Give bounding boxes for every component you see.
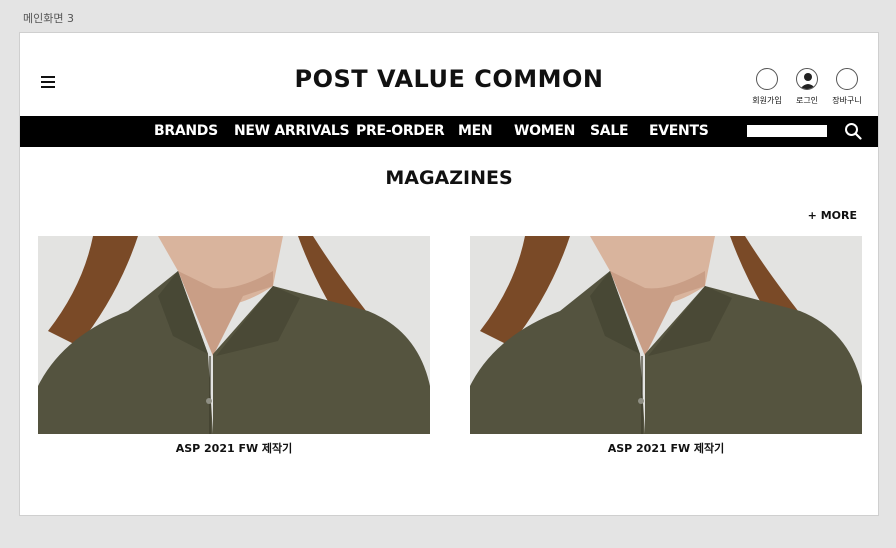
- cart-icon: [836, 68, 858, 90]
- nav-pre-order[interactable]: PRE-ORDER: [356, 123, 445, 139]
- nav-sale[interactable]: SALE: [590, 123, 629, 139]
- screen-label: 메인화면 3: [23, 12, 74, 25]
- signup-icon: [756, 68, 778, 90]
- signup-label: 회원가입: [752, 96, 782, 105]
- page-canvas: POST VALUE COMMON 회원가입 로그인 장바구니 BRANDS N…: [19, 32, 879, 516]
- magazine-caption: ASP 2021 FW 제작기: [607, 442, 725, 455]
- magazine-photo: [470, 236, 862, 434]
- user-icon: [796, 68, 818, 90]
- login-label: 로그인: [795, 96, 819, 105]
- login-link[interactable]: 로그인: [789, 68, 825, 106]
- nav-women[interactable]: WOMEN: [514, 123, 575, 139]
- nav-brands[interactable]: BRANDS: [154, 123, 218, 139]
- nav-new-arrivals[interactable]: NEW ARRIVALS: [234, 123, 350, 139]
- more-link[interactable]: + MORE: [808, 209, 857, 222]
- magazine-card[interactable]: ASP 2021 FW 제작기: [38, 236, 430, 456]
- cart-label: 장바구니: [832, 96, 862, 105]
- search-icon[interactable]: [844, 122, 862, 140]
- signup-link[interactable]: 회원가입: [749, 68, 785, 106]
- magazine-caption: ASP 2021 FW 제작기: [175, 442, 293, 455]
- section-title: MAGAZINES: [385, 167, 513, 189]
- magazine-photo: [38, 236, 430, 434]
- nav-men[interactable]: MEN: [458, 123, 493, 139]
- cart-link[interactable]: 장바구니: [829, 68, 865, 106]
- main-nav: BRANDS NEW ARRIVALS PRE-ORDER MEN WOMEN …: [20, 116, 878, 147]
- search-input[interactable]: [747, 125, 827, 137]
- magazine-card[interactable]: ASP 2021 FW 제작기: [470, 236, 862, 456]
- nav-events[interactable]: EVENTS: [649, 123, 709, 139]
